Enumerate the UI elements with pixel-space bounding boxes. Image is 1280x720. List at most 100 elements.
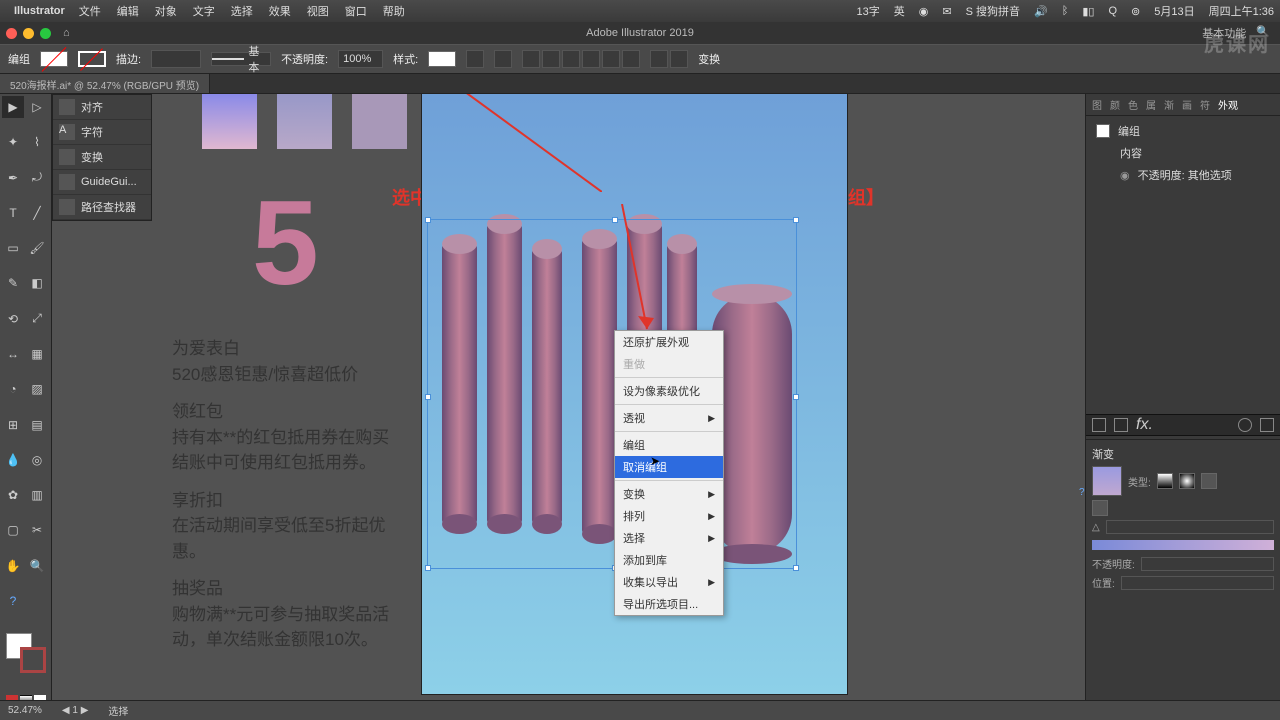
shape-builder-tool[interactable]: ◔	[2, 378, 24, 400]
menu-type[interactable]: 文字	[193, 3, 215, 19]
close-icon[interactable]	[6, 28, 17, 39]
stroke-profile[interactable]: 基本	[211, 52, 271, 66]
ime-status[interactable]: 13字	[857, 3, 880, 19]
tab-appearance[interactable]: 外观	[1218, 97, 1238, 112]
artboard-tool[interactable]: ▢	[2, 519, 24, 541]
mesh-tool[interactable]: ⊞	[2, 414, 24, 436]
canvas[interactable]: 5 为爱表白520感恩钜惠/惊喜超低价 领红包持有本**的红包抵用券在购买结账中…	[152, 94, 1085, 720]
panel-guidegui[interactable]: GuideGui...	[53, 170, 151, 195]
pen-tool[interactable]: ✒	[2, 167, 24, 189]
blend-tool[interactable]: ◎	[26, 449, 48, 471]
align-left-icon[interactable]	[522, 50, 540, 68]
gradient-preview[interactable]	[1092, 466, 1122, 496]
wechat-icon[interactable]: ✉	[942, 5, 951, 18]
align-hcenter-icon[interactable]	[542, 50, 560, 68]
type-tool[interactable]: T	[2, 202, 24, 224]
slice-tool[interactable]: ✂	[26, 519, 48, 541]
appearance-none-icon[interactable]	[1092, 418, 1106, 432]
menu-help[interactable]: 帮助	[383, 3, 405, 19]
tab-graphic[interactable]: 图	[1092, 97, 1102, 112]
eyedropper-tool[interactable]: 💧	[2, 449, 24, 471]
shaper-tool[interactable]: ✎	[2, 272, 24, 294]
transform-label[interactable]: 变换	[698, 51, 720, 67]
appearance-trash-icon[interactable]	[1260, 418, 1274, 432]
appearance-content[interactable]: 内容	[1090, 142, 1276, 164]
paintbrush-tool[interactable]: 🖌	[26, 237, 48, 259]
tab-grad[interactable]: 渐	[1164, 97, 1174, 112]
magic-wand-tool[interactable]: ✦	[2, 131, 24, 153]
zoom-tool[interactable]: 🔍	[26, 555, 48, 577]
align-icon[interactable]	[494, 50, 512, 68]
battery-icon[interactable]: ▮▯	[1082, 5, 1094, 18]
menu-view[interactable]: 视图	[307, 3, 329, 19]
ctx-add-library[interactable]: 添加到库	[615, 549, 723, 571]
align-vcenter-icon[interactable]	[602, 50, 620, 68]
stroke-color[interactable]	[20, 647, 46, 673]
zoom-icon[interactable]	[40, 28, 51, 39]
ctx-perspective[interactable]: 透视▶	[615, 407, 723, 429]
ctx-ungroup[interactable]: 取消编组	[615, 456, 723, 478]
align-bottom-icon[interactable]	[622, 50, 640, 68]
gradient-freeform-icon[interactable]	[1201, 473, 1217, 489]
recolor-icon[interactable]	[466, 50, 484, 68]
swatch-2[interactable]	[277, 94, 332, 149]
gradient-tool[interactable]: ▤	[26, 414, 48, 436]
panel-pathfinder[interactable]: 路径查找器	[53, 195, 151, 220]
fill-swatch[interactable]	[40, 51, 68, 67]
menu-edit[interactable]: 编辑	[117, 3, 139, 19]
opacity-field[interactable]: 100%	[338, 50, 383, 68]
direct-selection-tool[interactable]: ▷	[26, 96, 48, 118]
appearance-opacity[interactable]: ◉不透明度: 其他选项	[1090, 164, 1276, 186]
fx-icon[interactable]: fx.	[1136, 416, 1153, 434]
ctx-group[interactable]: 编组	[615, 434, 723, 456]
document-tab[interactable]: 520海报样.ai* @ 52.47% (RGB/GPU 预览)	[0, 74, 210, 93]
lasso-tool[interactable]: ⌇	[26, 131, 48, 153]
clock-time[interactable]: 周四上午1:36	[1209, 3, 1274, 19]
ctx-collect-export[interactable]: 收集以导出▶	[615, 571, 723, 593]
wifi-icon[interactable]: ⊚	[1131, 5, 1140, 18]
tab-color[interactable]: 颜	[1110, 97, 1120, 112]
align-top-icon[interactable]	[582, 50, 600, 68]
ime-lang[interactable]: 英	[894, 3, 905, 19]
menu-object[interactable]: 对象	[155, 3, 177, 19]
home-icon[interactable]: ⌂	[63, 27, 70, 39]
line-tool[interactable]: ╱	[26, 202, 48, 224]
stroke-weight-field[interactable]	[151, 50, 201, 68]
perspective-tool[interactable]: ▨	[26, 378, 48, 400]
appearance-duplicate-icon[interactable]	[1114, 418, 1128, 432]
panel-transform[interactable]: 变换	[53, 145, 151, 170]
width-tool[interactable]: ↔	[2, 343, 24, 365]
gradient-stroke-icon[interactable]: ?	[1092, 500, 1108, 516]
ctx-export-selection[interactable]: 导出所选项目...	[615, 593, 723, 615]
tab-attr[interactable]: 属	[1146, 97, 1156, 112]
rectangle-tool[interactable]: ▭	[2, 237, 24, 259]
panel-character[interactable]: A字符	[53, 120, 151, 145]
style-swatch[interactable]	[428, 51, 456, 67]
scale-tool[interactable]: ⤢	[26, 308, 48, 330]
appearance-group[interactable]: 编组	[1090, 120, 1276, 142]
swatch-1[interactable]	[202, 94, 257, 149]
menu-window[interactable]: 窗口	[345, 3, 367, 19]
menu-select[interactable]: 选择	[231, 3, 253, 19]
spotlight-icon[interactable]: Q	[1108, 5, 1117, 17]
sogou-icon[interactable]: S 搜狗拼音	[966, 3, 1020, 19]
free-transform-tool[interactable]: ▦	[26, 343, 48, 365]
eraser-tool[interactable]: ◧	[26, 272, 48, 294]
tab-symbol[interactable]: 符	[1200, 97, 1210, 112]
minimize-icon[interactable]	[23, 28, 34, 39]
ctx-select[interactable]: 选择▶	[615, 527, 723, 549]
distribute-v-icon[interactable]	[670, 50, 688, 68]
rotate-tool[interactable]: ⟲	[2, 308, 24, 330]
panel-align[interactable]: 对齐	[53, 95, 151, 120]
tab-brush[interactable]: 画	[1182, 97, 1192, 112]
swatch-3[interactable]	[352, 94, 407, 149]
curvature-tool[interactable]: ⤾	[26, 167, 48, 189]
stroke-swatch[interactable]	[78, 51, 106, 67]
zoom-level[interactable]: 52.47%	[8, 705, 42, 716]
ctx-transform[interactable]: 变换▶	[615, 483, 723, 505]
appearance-clear-icon[interactable]	[1238, 418, 1252, 432]
menu-effect[interactable]: 效果	[269, 3, 291, 19]
volume-icon[interactable]: 🔊	[1034, 5, 1048, 18]
distribute-h-icon[interactable]	[650, 50, 668, 68]
traffic-lights[interactable]	[6, 28, 51, 39]
